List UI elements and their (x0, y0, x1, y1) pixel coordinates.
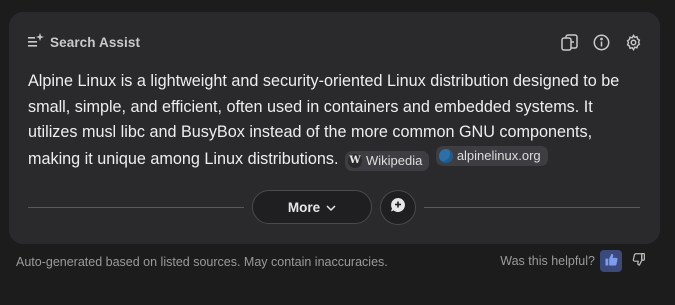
thumbs-up-button[interactable] (600, 250, 622, 272)
wikipedia-icon: W (347, 153, 362, 168)
copy-icon[interactable] (560, 33, 578, 51)
feedback-group: Was this helpful? (500, 250, 649, 272)
more-button[interactable]: More (252, 190, 372, 224)
info-icon[interactable] (592, 33, 610, 51)
divider-left (28, 207, 244, 208)
header-tools (560, 33, 642, 51)
more-label: More (287, 199, 321, 215)
globe-icon (438, 148, 453, 163)
settings-icon[interactable] (624, 33, 642, 51)
source-label: Wikipedia (365, 152, 423, 168)
panel-title: Search Assist (50, 34, 141, 50)
chat-button[interactable] (380, 190, 416, 225)
source-label: alpinelinux.org (456, 147, 541, 163)
disclaimer-text: Auto-generated based on listed sources. … (16, 255, 388, 269)
chat-icon (390, 197, 406, 218)
summary-text: Alpine Linux is a lightweight and securi… (28, 69, 640, 172)
title-group: Search Assist (28, 32, 141, 52)
chevron-down-icon (326, 200, 336, 215)
thumbs-up-icon (604, 253, 618, 269)
divider-right (424, 207, 640, 208)
source-chip-wikipedia[interactable]: W Wikipedia (344, 150, 430, 171)
card-header: Search Assist (28, 32, 642, 52)
thumbs-down-icon (632, 253, 645, 269)
source-chip-alpinelinux[interactable]: alpinelinux.org (435, 145, 548, 166)
thumbs-down-button[interactable] (627, 250, 649, 272)
sparkle-list-icon (28, 32, 44, 52)
helpful-label: Was this helpful? (500, 254, 595, 268)
search-assist-card: Search Assist Alpine Linux is a lightwei… (9, 12, 660, 244)
